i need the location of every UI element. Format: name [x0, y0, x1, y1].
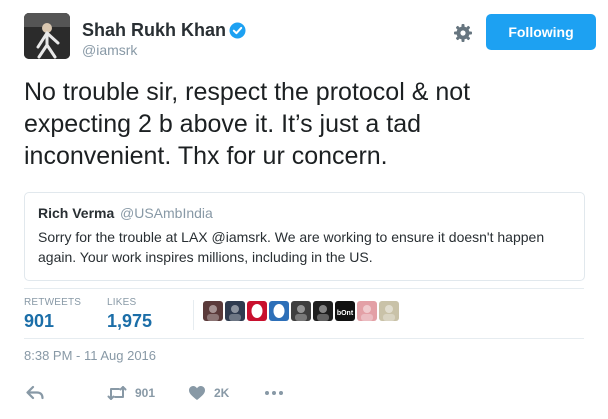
svg-text:bOnt: bOnt	[337, 310, 354, 317]
divider	[24, 338, 584, 339]
quoted-tweet[interactable]: Rich Verma @USAmbIndia Sorry for the tro…	[24, 192, 585, 281]
avatar[interactable]	[24, 13, 70, 59]
timestamp[interactable]: 8:38 PM - 11 Aug 2016	[24, 348, 156, 363]
retweets-label: RETWEETS	[24, 297, 82, 308]
liker-avatar[interactable]	[269, 301, 289, 321]
quoted-author-name: Rich Verma	[38, 205, 115, 221]
more-button[interactable]	[263, 385, 285, 401]
divider	[193, 300, 194, 330]
more-icon	[265, 391, 283, 395]
retweets-count[interactable]: 901	[24, 311, 54, 332]
gear-icon[interactable]	[452, 22, 474, 44]
like-button[interactable]: 2K	[188, 385, 229, 401]
retweet-icon	[107, 386, 127, 400]
heart-icon	[189, 386, 205, 400]
liker-avatars: bOnt	[203, 301, 399, 321]
quoted-tweet-text: Sorry for the trouble at LAX @iamsrk. We…	[38, 229, 545, 265]
liker-avatar[interactable]	[291, 301, 311, 321]
reply-icon	[26, 385, 44, 400]
likes-label: LIKES	[107, 297, 137, 308]
liker-avatar[interactable]	[357, 301, 377, 321]
tweet-text: No trouble sir, respect the protocol & n…	[24, 78, 471, 170]
retweet-count: 901	[135, 386, 156, 400]
retweet-button[interactable]: 901	[107, 385, 155, 401]
liker-avatar[interactable]	[247, 301, 267, 321]
like-count: 2K	[214, 386, 230, 400]
liker-avatar[interactable]	[203, 301, 223, 321]
divider	[24, 288, 584, 289]
liker-avatar[interactable]	[379, 301, 399, 321]
quoted-author-handle: @USAmbIndia	[120, 205, 213, 221]
following-button[interactable]: Following	[486, 14, 596, 50]
liker-avatar[interactable]	[225, 301, 245, 321]
verified-badge-icon	[229, 22, 246, 39]
likes-count[interactable]: 1,975	[107, 311, 152, 332]
author-handle[interactable]: @iamsrk	[82, 42, 137, 58]
author-name[interactable]: Shah Rukh Khan	[82, 20, 226, 41]
reply-button[interactable]	[26, 385, 44, 401]
liker-avatar[interactable]: bOnt	[335, 301, 355, 321]
liker-avatar[interactable]	[313, 301, 333, 321]
